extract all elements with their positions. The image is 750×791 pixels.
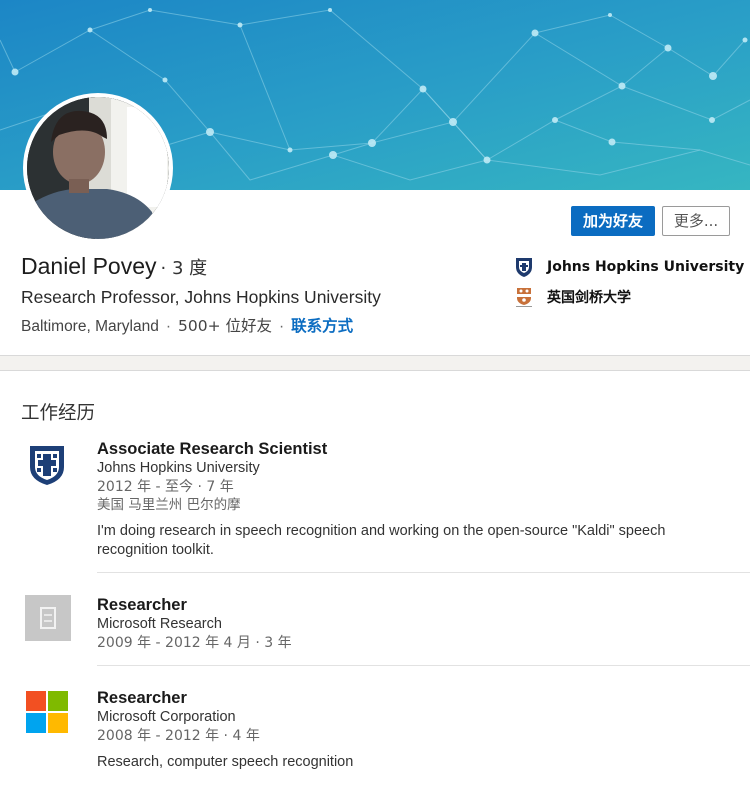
section-title: 工作经历 (21, 403, 96, 424)
experience-item: Researcher Microsoft Corporation 2008 年 … (0, 688, 750, 788)
connect-button[interactable]: 加为好友 (571, 206, 655, 236)
experience-description: I'm doing research in speech recognition… (97, 523, 666, 558)
profile-location: Baltimore, Maryland (21, 318, 159, 335)
jhu-shield-icon (516, 258, 532, 277)
connection-degree: · 3 度 (160, 258, 208, 279)
separator-dot: · (279, 318, 285, 335)
profile-name: Daniel Povey (21, 253, 157, 279)
education-label: 英国剑桥大学 (547, 290, 631, 306)
profile-top-card: 加为好友 更多... Daniel Povey · 3 度 Research Pr… (0, 0, 750, 356)
experience-description: Research, computer speech recognition (97, 754, 354, 770)
divider (97, 665, 750, 666)
experience-section: 工作经历 Associate Research Scientist Johns … (0, 370, 750, 791)
cambridge-crest-icon (516, 288, 532, 307)
education-item-jhu[interactable]: Johns Hopkins University (513, 255, 744, 279)
separator-dot: · (165, 318, 171, 335)
profile-meta-line: Baltimore, Maryland · 500+ 位好友 · 联系方式 (21, 314, 353, 336)
experience-text: Researcher Microsoft Research 2009 年 - 2… (97, 595, 292, 652)
experience-title[interactable]: Associate Research Scientist (97, 439, 697, 459)
experience-dates: 2012 年 - 至今 · 7 年 (97, 479, 234, 495)
experience-company[interactable]: Johns Hopkins University (97, 459, 697, 478)
profile-name-line: Daniel Povey · 3 度 (21, 253, 207, 280)
experience-company[interactable]: Microsoft Corporation (97, 708, 697, 727)
education-label: Johns Hopkins University (547, 259, 745, 275)
microsoft-logo-icon[interactable] (25, 690, 69, 734)
experience-location: 美国 马里兰州 巴尔的摩 (97, 497, 241, 513)
contact-info-link[interactable]: 联系方式 (291, 317, 353, 335)
experience-title[interactable]: Researcher (97, 595, 292, 615)
education-item-cambridge[interactable]: 英国剑桥大学 (513, 285, 631, 309)
experience-text: Associate Research Scientist Johns Hopki… (97, 439, 697, 560)
placeholder-company-icon[interactable] (25, 595, 71, 641)
more-button[interactable]: 更多... (662, 206, 730, 236)
divider (97, 572, 750, 573)
connections-count[interactable]: 500+ 位好友 (178, 317, 272, 335)
experience-title[interactable]: Researcher (97, 688, 697, 708)
profile-headline: Research Professor, Johns Hopkins Univer… (21, 287, 381, 307)
experience-text: Researcher Microsoft Corporation 2008 年 … (97, 688, 697, 772)
experience-item: Researcher Microsoft Research 2009 年 - 2… (0, 595, 750, 665)
experience-company[interactable]: Microsoft Research (97, 615, 292, 634)
avatar[interactable] (23, 93, 173, 243)
jhu-logo-icon[interactable] (25, 443, 69, 487)
experience-dates: 2008 年 - 2012 年 · 4 年 (97, 728, 260, 744)
profile-photo (27, 97, 169, 239)
experience-item: Associate Research Scientist Johns Hopki… (0, 439, 750, 574)
experience-dates: 2009 年 - 2012 年 4 月 · 3 年 (97, 635, 292, 651)
